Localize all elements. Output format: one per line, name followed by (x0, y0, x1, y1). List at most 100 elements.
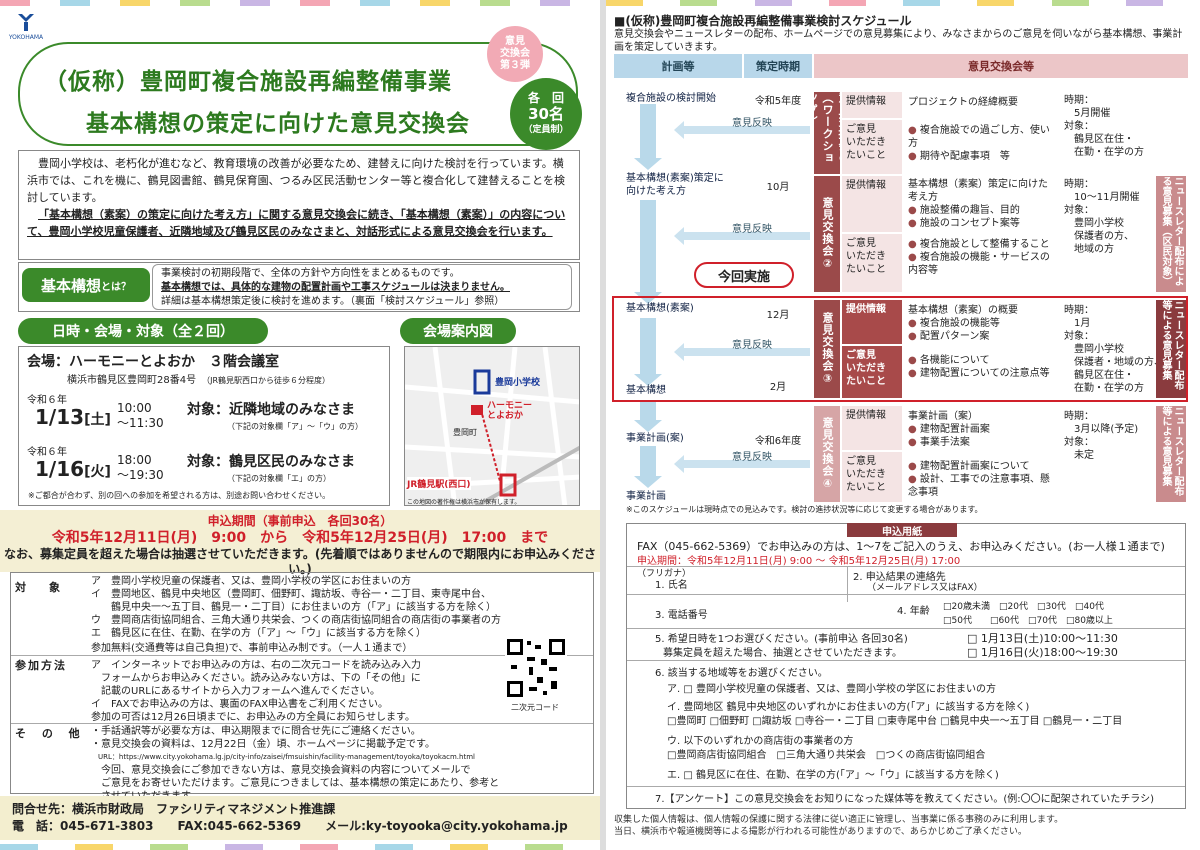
session-1: 令和６年 1/13[土] 10:00 ～11:30 対象：近隣地域のみなさま （下… (27, 395, 363, 431)
color-stripe (0, 0, 600, 6)
age-options[interactable]: 20歳未満 20代 30代 40代 50代 60代 70代 80歳以上 (943, 600, 1163, 628)
meeting-4-time: 時期： 3月以降(予定) 対象： 未定 (1064, 411, 1139, 461)
privacy-note: 収集した個人情報は、個人情報の保護に関する法律に従い適正に管理し、当事業に係る事… (614, 815, 1064, 837)
meeting-4-info: 事業計画（案）建物配置計画案事業手法案 (904, 408, 1060, 451)
survey-field[interactable]: 7.【アンケート】この意見交換会をお知りになった媒体等を教えてください。(例:〇… (655, 790, 1154, 805)
qr-caption: 二次元コード (511, 703, 559, 712)
venue-footnote: ※ご都合が合わず、別の回への参加を希望される方は、別途お問い合わせください。 (28, 491, 331, 500)
yokohama-logo: YOKOHAMA (6, 12, 46, 46)
color-stripe-right (606, 0, 1200, 6)
meeting-2-info-label: 提供情報 (842, 176, 902, 232)
col-time: 策定時期 (744, 54, 812, 78)
title-line-2: 基本構想の策定に向けた意見交換会 (86, 111, 470, 137)
other-list: ・手話通訳等が必要な方は、申込期限までに問合せ先にご連絡ください。 ・意見交換会の… (91, 725, 591, 803)
meeting-1-label: 意見交換会①（ワークショップ） (805, 92, 850, 174)
step-2: 基本構想(素案)策定に 向けた考え方 (626, 173, 724, 197)
col-plan: 計画等 (614, 54, 742, 78)
feedback-label-1: 意見反映 (732, 118, 772, 129)
date-label: 5. 希望日時を1つお選びください。(事前申込 各回30名) (655, 634, 908, 645)
map-station-label: JR鶴見駅(西口) (407, 477, 471, 490)
venue-box: 会場：ハーモニーとよおか ３階会議室 横浜市鶴見区豊岡町28番4号 （JR鶴見駅… (18, 346, 390, 506)
datetime-heading: 日時・会場・対象（全２回） (18, 318, 268, 344)
newsletter-1: ニュースレター配布による意見募集（区民対象） (1156, 176, 1186, 292)
map-harmony-label: ハーモニー とよおか (487, 401, 533, 421)
title-line-1: （仮称）豊岡町複合施設再編整備事業 (44, 69, 452, 95)
newsletter-2: ニュースレター配布等による意見募集 (1156, 300, 1186, 398)
when-2: 10月 (766, 182, 790, 193)
meeting-3-info: 基本構想（素案）の概要複合施設の機能等配置パターン案 (904, 302, 1060, 345)
flow-arrow-5 (634, 446, 662, 488)
now-callout: 今回実施 (694, 262, 794, 288)
name-field[interactable]: 1. 氏名 (655, 576, 688, 591)
col-meeting: 意見交換会等 (814, 54, 1188, 78)
map-town-label: 豊岡町 (453, 428, 477, 437)
when-1: 令和5年度 (754, 96, 802, 107)
step-6: 事業計画 (626, 491, 666, 502)
contact-footer: 問合せ先：横浜市財政局 ファシリティマネジメント推進課 電 話：045-671-… (0, 796, 600, 840)
meeting-3-info-label: 提供情報 (842, 300, 902, 344)
flow-arrow-4 (634, 400, 662, 432)
area-a[interactable]: ア. □ 豊岡小学校児童の保護者、又は、豊岡小学校の学区にお住まいの方 (667, 680, 996, 695)
meeting-3-asks: 各機能について建物配置についての注意点等 (904, 352, 1060, 382)
qr-code[interactable] (505, 637, 567, 699)
other-label: そ の 他 (15, 727, 86, 740)
form-period: 申込期間：令和5年12月11日(月) 9:00 ～ 令和5年12月25日(月) … (637, 556, 961, 567)
application-form: 申込用紙 FAX（045-662-5369）でお申込みの方は、1～7をご記入のう… (626, 523, 1186, 809)
flow-arrow-2 (634, 200, 662, 304)
newsletter-3: ニュースレター配布等による意見募集 (1156, 406, 1186, 502)
meeting-2-info: 基本構想（素案）策定に向けた考え方施設整備の趣旨、目的施設のコンセプト案等 (904, 176, 1060, 232)
meeting-2-asks: 複合施設として整備すること複合施設の機能・サービスの内容等 (904, 236, 1060, 279)
meeting-1-asks: 複合施設での過ごし方、使い方期待や配慮事項 等 (904, 122, 1060, 165)
front-page: YOKOHAMA （仮称）豊岡町複合施設再編整備事業 基本構想の策定に向けた意見… (0, 0, 600, 850)
flow-arrow-1 (634, 104, 662, 170)
meeting-1-ask-label: ご意見 いただき たいこと (842, 120, 902, 174)
feedback-label-4: 意見反映 (732, 452, 772, 463)
color-stripe-bottom (0, 844, 600, 850)
target-list: ア 豊岡小学校児童の保護者、又は、豊岡小学校の学区にお住まいの方イ 豊岡地区、鶴… (91, 576, 501, 654)
schedule-note: ※このスケジュールは現時点での見込みです。検討の進捗状況等に応じて変更する場合が… (626, 505, 983, 514)
venue-map: 豊岡小学校 ハーモニー とよおか 豊岡町 JR鶴見駅(西口) この地図の著作権は… (404, 346, 580, 506)
area-label: 6. 該当する地域等をお選びください。 (655, 668, 828, 679)
method-label: 参加方法 (15, 659, 67, 672)
meeting-2-ask-label: ご意見 いただき たいこと (842, 234, 902, 292)
schedule-intro: 意見交換会やニュースレターの配布、ホームページでの意見募集により、みなさまからの… (614, 29, 1183, 53)
area-u: ウ. 以下のいずれかの商店街の事業者の方 (667, 736, 854, 747)
meeting-1-info: プロジェクトの経緯概要 (908, 97, 1018, 108)
kihon-label: 基本構想 とは？ (22, 268, 150, 302)
meeting-4-label: 意見交換会④ (814, 406, 840, 502)
venue-name: 会場：ハーモニーとよおか ３階会議室 (27, 354, 279, 370)
when-5: 令和6年度 (754, 436, 802, 447)
meeting-4-info-label: 提供情報 (842, 406, 902, 450)
date-option-2[interactable]: 1月16日(火)18:00～19:30 (967, 644, 1118, 660)
meeting-3-label: 意見交換会③ (814, 300, 840, 398)
meeting-2-time: 時期： 10～11月開催 対象： 豊岡小学校 保護者の方、 地域の方 (1064, 179, 1140, 255)
meeting-4-asks: 建物配置計画案について設計、工事での注意事項、懸念事項 (904, 458, 1060, 501)
area-i: イ. 豊岡地区 鶴見中央地区のいずれかにお住まいの方(「ア」に該当する方を除く) (667, 702, 1030, 713)
details-table: 対 象 ア 豊岡小学校児童の保護者、又は、豊岡小学校の学区にお住まいの方イ 豊岡… (10, 572, 594, 802)
method-list: ア インターネットでお申込みの方は、右の二次元コードを読み込み入力 フォームから… (91, 660, 421, 723)
area-i-options[interactable]: 豊岡町 佃野町 諏訪坂 寺谷一・二丁目 東寺尾中台 鶴見中央一～五丁目 鶴見一・… (667, 712, 1122, 727)
area-e[interactable]: エ. □ 鶴見区に在住、在勤、在学の方(「ア」～「ウ」に該当する方を除く) (667, 766, 999, 781)
schedule-heading: ■(仮称)豊岡町複合施設再編整備事業検討スケジュール (614, 14, 912, 28)
area-u-options[interactable]: 豊岡商店街協同組合 三角大通り共栄会 つくの商店街協同組合 (667, 746, 985, 761)
resource-url[interactable]: URL：https://www.city.yokohama.lg.jp/city… (91, 751, 591, 764)
step-1: 複合施設の検討開始 (626, 93, 716, 104)
session-2: 令和６年 1/16[火] 18:00 ～19:30 対象：鶴見区民のみなさま （下… (27, 447, 355, 483)
target-label: 対 象 (15, 581, 66, 594)
apply-period: 申込期間（事前申込 各回30名） 令和5年12月11日(月) 9:00 から 令… (0, 510, 600, 576)
phone-field[interactable]: 3. 電話番号 (655, 606, 708, 621)
map-heading: 会場案内図 (400, 318, 516, 344)
age-label: 4. 年齢 (897, 606, 930, 617)
meeting-4-ask-label: ご意見 いただき たいこと (842, 452, 902, 502)
date-note: 募集定員を超えた場合、抽選とさせていただきます。 (663, 648, 902, 659)
contact-sub: （メールアドレス又はFAX） (867, 583, 983, 593)
capacity-badge: 各 回 30名 （定員制） (510, 78, 582, 150)
feedback-label-2: 意見反映 (732, 224, 772, 235)
meeting-1-info-label: 提供情報 (842, 92, 902, 118)
map-caption: この地図の著作権は横浜市が保有します。 (407, 499, 521, 506)
meeting-1-time: 時期： 5月開催 対象： 鶴見区在住・ 在勤・在学の方 (1064, 95, 1144, 158)
logo-text: YOKOHAMA (8, 34, 44, 41)
round-badge: 意見 交換会 第３弾 (487, 26, 543, 82)
meeting-2-label: 意見交換会② (814, 176, 840, 292)
step-5: 事業計画(案) (626, 433, 684, 444)
